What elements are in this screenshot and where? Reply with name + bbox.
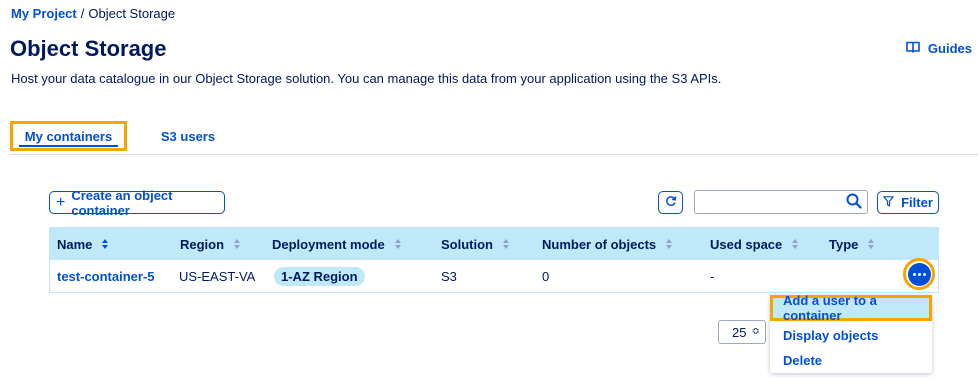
sort-icon (868, 239, 875, 249)
containers-table: Name Region Deployment mode Solution Num… (49, 227, 939, 293)
column-label: Deployment mode (272, 236, 385, 252)
tab-s3-users[interactable]: S3 users (156, 121, 220, 151)
breadcrumb-current: Object Storage (88, 6, 176, 21)
row-actions-button[interactable] (903, 258, 935, 290)
refresh-icon (665, 194, 677, 212)
menu-item-delete[interactable]: Delete (770, 348, 932, 372)
more-icon (907, 262, 931, 286)
sort-icon (102, 239, 109, 249)
menu-item-display-objects[interactable]: Display objects (770, 323, 932, 347)
sort-icon (394, 239, 401, 249)
column-header-region[interactable]: Region (180, 228, 241, 260)
breadcrumb: My Project / Object Storage (11, 6, 175, 21)
column-label: Number of objects (542, 236, 657, 252)
column-label: Type (829, 236, 859, 252)
search-input[interactable] (699, 192, 839, 212)
tab-bar: My containers S3 users (10, 121, 978, 155)
guides-link[interactable]: Guides (906, 41, 972, 56)
column-header-deployment-mode[interactable]: Deployment mode (272, 228, 401, 260)
sort-icon (503, 239, 509, 249)
search-icon[interactable] (846, 193, 862, 209)
page-size-value: 25 (732, 324, 747, 340)
column-header-number-of-objects[interactable]: Number of objects (542, 228, 673, 260)
refresh-button[interactable] (658, 191, 683, 214)
column-header-solution[interactable]: Solution (441, 228, 509, 260)
page-size-select[interactable]: 25 ≎ (718, 320, 766, 344)
filter-button[interactable]: Filter (877, 191, 939, 214)
column-label: Region (180, 236, 225, 252)
column-header-name[interactable]: Name (57, 228, 109, 260)
sort-icon (666, 239, 673, 249)
sort-icon (234, 239, 241, 249)
column-header-used-space[interactable]: Used space (710, 228, 799, 260)
cell-deployment-mode: 1-AZ Region (274, 260, 365, 292)
create-container-button[interactable]: + Create an object container (49, 188, 225, 218)
select-arrows-icon: ≎ (751, 326, 760, 337)
book-icon (906, 41, 920, 56)
column-header-type[interactable]: Type (829, 228, 875, 260)
breadcrumb-project-link[interactable]: My Project (11, 6, 77, 21)
cell-region: US-EAST-VA (179, 268, 256, 284)
page-title: Object Storage (10, 36, 167, 61)
cell-number-of-objects: 0 (542, 268, 550, 284)
filter-icon (883, 195, 894, 210)
table-row: test-container-5 US-EAST-VA 1-AZ Region … (50, 260, 938, 292)
create-container-label: Create an object container (71, 187, 173, 218)
column-label: Used space (710, 236, 783, 252)
table-header: Name Region Deployment mode Solution Num… (50, 228, 938, 260)
deployment-mode-badge: 1-AZ Region (274, 266, 365, 286)
menu-item-add-user-to-container[interactable]: Add a user to a container (770, 293, 932, 323)
cell-solution: S3 (441, 268, 457, 284)
search-field[interactable] (694, 190, 868, 214)
breadcrumb-separator: / (80, 6, 85, 21)
plus-icon: + (56, 193, 66, 211)
tab-my-containers[interactable]: My containers (10, 121, 127, 151)
column-label: Solution (441, 236, 493, 252)
cell-used-space: - (710, 268, 715, 284)
sort-icon (792, 239, 799, 249)
column-label: Name (57, 236, 93, 252)
filter-label: Filter (901, 195, 933, 210)
page-description: Host your data catalogue in our Object S… (11, 71, 722, 86)
guides-label: Guides (927, 41, 972, 56)
row-actions-menu: Add a user to a container Display object… (770, 293, 932, 373)
container-name-link[interactable]: test-container-5 (57, 260, 155, 292)
